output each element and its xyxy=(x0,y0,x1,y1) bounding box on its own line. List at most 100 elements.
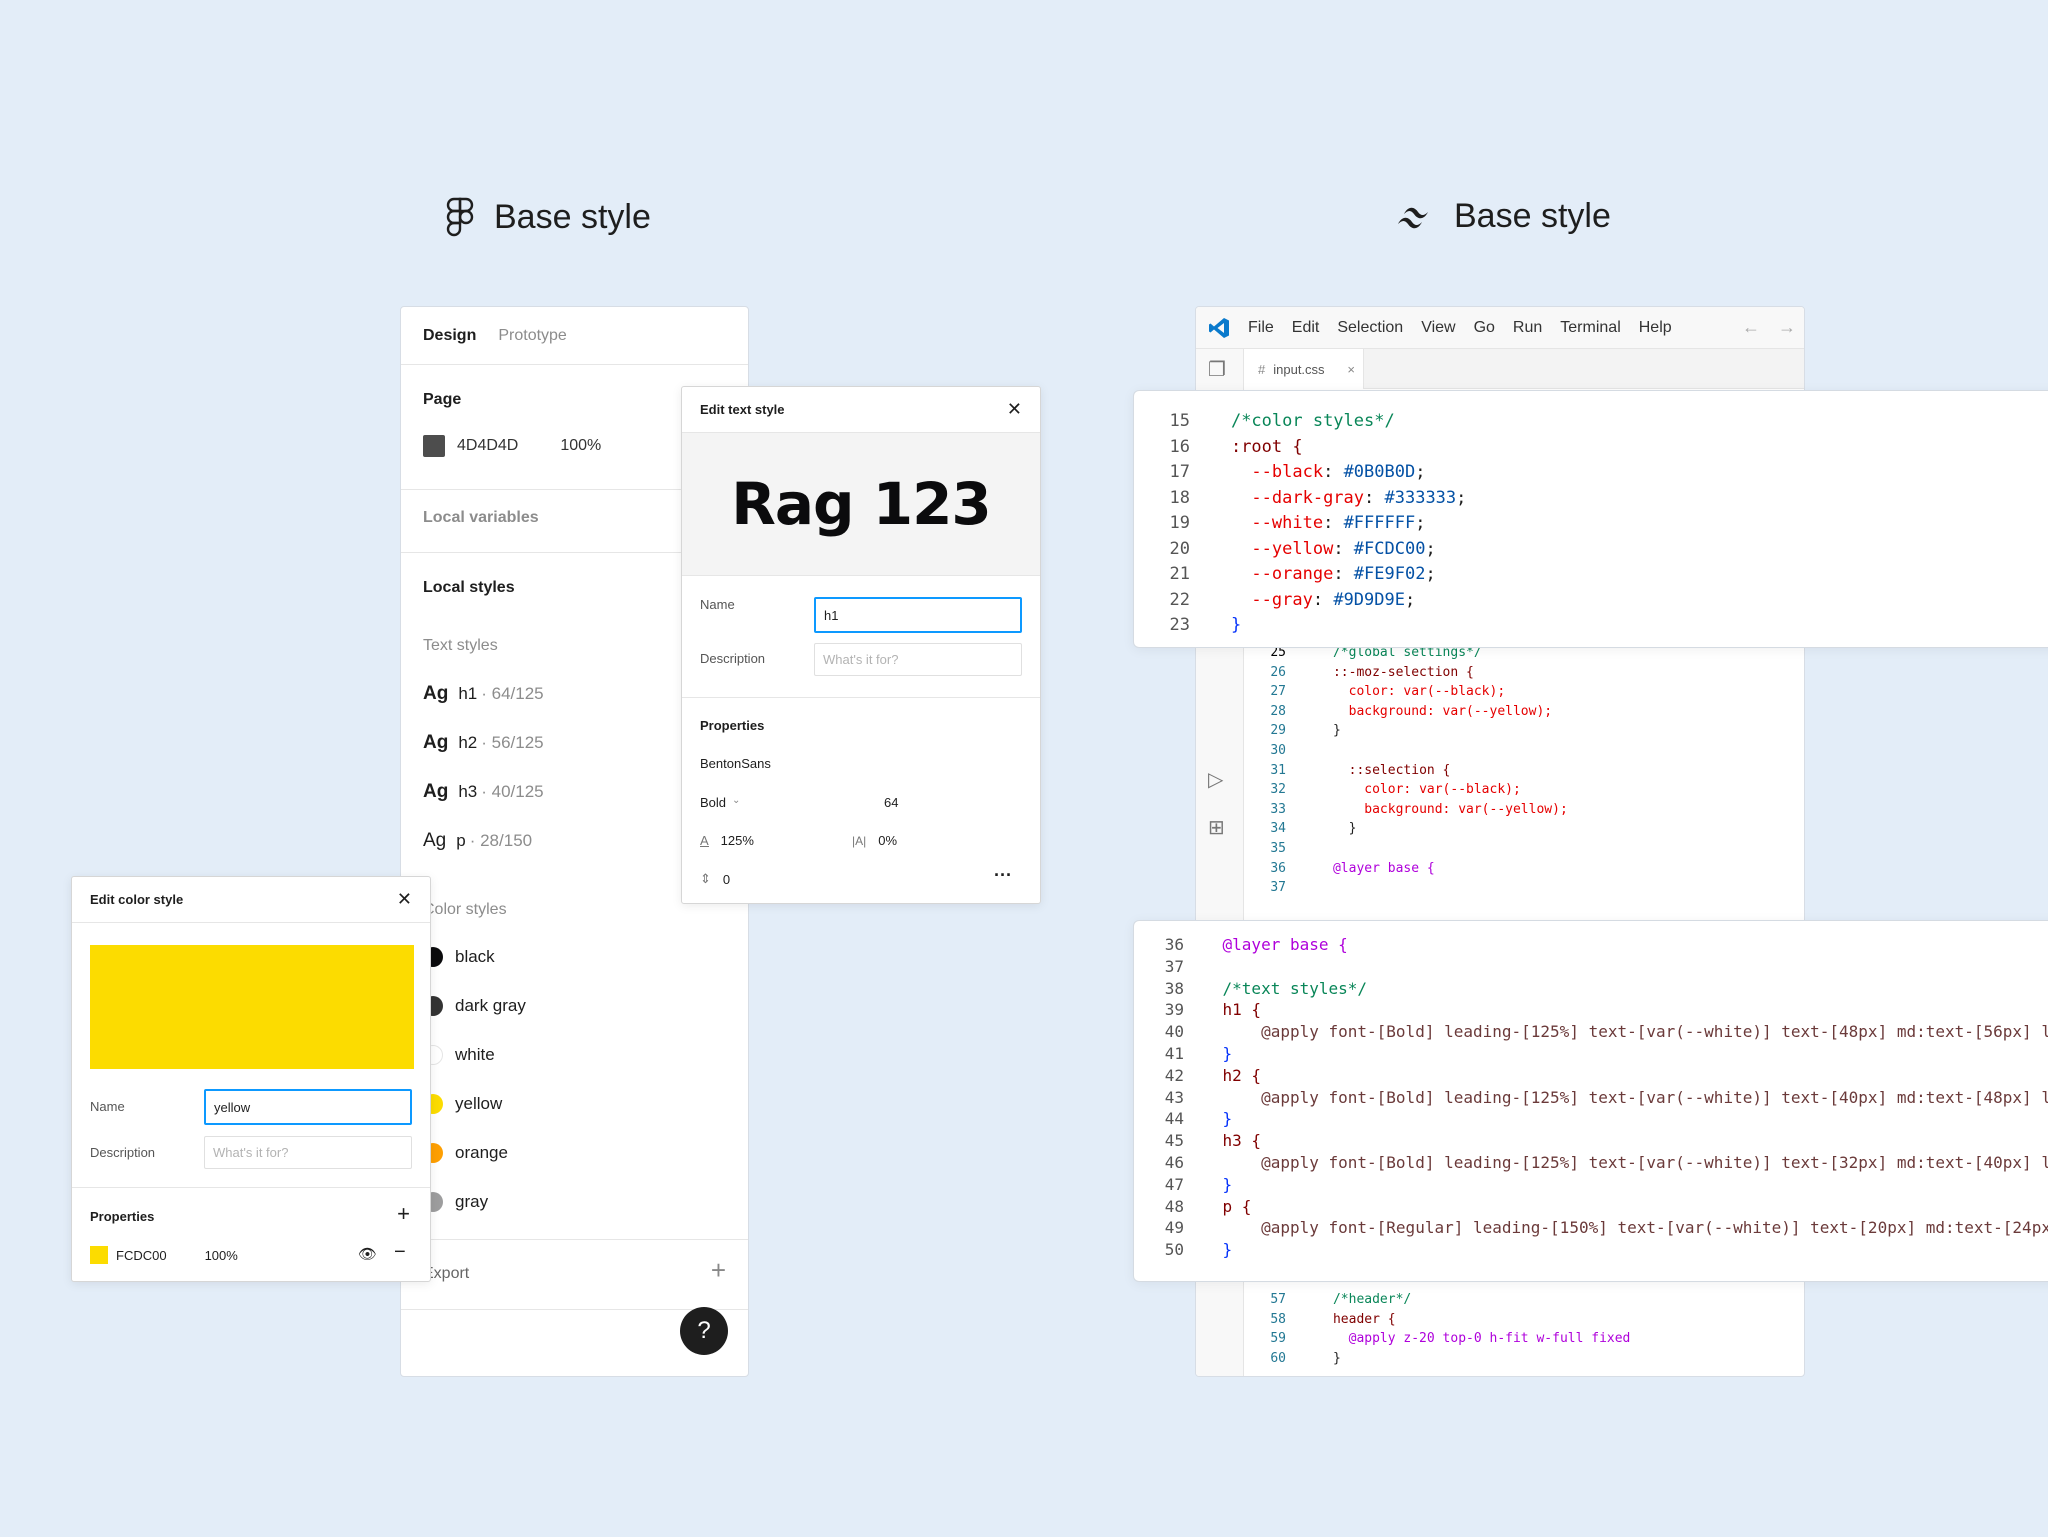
forward-arrow-icon[interactable]: → xyxy=(1778,317,1796,338)
text-style-p[interactable]: Ag p · 28/150 xyxy=(423,830,532,852)
text-style-sample: Ag xyxy=(423,781,449,802)
tab-input-css[interactable]: # input.css × xyxy=(1244,349,1364,389)
page-color-row[interactable]: 4D4D4D 100% xyxy=(423,435,601,457)
color-style-white[interactable]: white xyxy=(423,1045,495,1065)
menu-bar: File Edit Selection View Go Run Terminal… xyxy=(1196,307,1804,349)
color-style-name: orange xyxy=(455,1143,508,1162)
text-style-name: h2 xyxy=(458,733,478,752)
tab-prototype[interactable]: Prototype xyxy=(498,327,566,345)
page-color-swatch[interactable] xyxy=(423,435,445,457)
color-style-dark-gray[interactable]: dark gray xyxy=(423,996,526,1016)
line-height-input[interactable]: A 125% xyxy=(700,833,754,848)
popup-title: Edit color style xyxy=(90,892,184,907)
description-label: Description xyxy=(90,1145,156,1160)
edit-color-style-popup: Edit color style ✕ Name yellow Descripti… xyxy=(71,876,431,1282)
menu-view[interactable]: View xyxy=(1421,319,1455,337)
properties-label: Properties xyxy=(700,718,765,733)
font-weight-select[interactable]: Bold ⌄ xyxy=(700,795,740,810)
text-styles-code-card: 36 @layer base { 37 38 /*text styles*/ 3… xyxy=(1133,920,2048,1282)
font-family-select[interactable]: BentonSans xyxy=(700,756,771,771)
text-style-preview: Rag 123 xyxy=(682,433,1040,575)
color-style-name: yellow xyxy=(455,1094,503,1113)
add-property-icon[interactable]: + xyxy=(397,1201,410,1227)
color-style-black[interactable]: black xyxy=(423,947,495,967)
css-file-icon: # xyxy=(1258,361,1266,377)
add-export-icon[interactable]: + xyxy=(711,1257,726,1283)
fill-row[interactable]: FCDC00 100% xyxy=(90,1246,238,1264)
editor-lines-middle: 25 /*global settings*/ 26 ::-moz-selecti… xyxy=(1270,645,1568,896)
page-color-value[interactable]: 4D4D4D xyxy=(457,437,518,455)
font-size-input[interactable]: 64 xyxy=(884,795,898,810)
name-input[interactable]: yellow xyxy=(204,1089,412,1125)
divider xyxy=(401,1239,748,1240)
letter-spacing-icon: |A| xyxy=(852,833,867,848)
tailwind-heading: Base style xyxy=(1394,197,1611,236)
figma-heading: Base style xyxy=(446,197,651,237)
color-style-yellow[interactable]: yellow xyxy=(423,1094,502,1114)
menu-run[interactable]: Run xyxy=(1513,319,1542,337)
more-options-icon[interactable]: ··· xyxy=(994,865,1012,886)
text-style-h3[interactable]: Ag h3 · 40/125 xyxy=(423,781,544,803)
text-style-meta: · 40/125 xyxy=(481,782,544,801)
panel-tabs: Design Prototype xyxy=(401,307,748,365)
tailwind-heading-text: Base style xyxy=(1454,197,1611,235)
color-style-gray[interactable]: gray xyxy=(423,1192,488,1212)
close-tab-icon[interactable]: × xyxy=(1347,362,1355,377)
description-label: Description xyxy=(700,651,766,666)
tab-bar: # input.css × xyxy=(1244,349,1804,389)
local-styles-label: Local styles xyxy=(423,579,515,596)
help-button[interactable]: ? xyxy=(680,1307,728,1355)
name-label: Name xyxy=(90,1099,125,1114)
eye-icon[interactable]: 👁 xyxy=(358,1245,377,1263)
run-debug-icon[interactable]: ▷ xyxy=(1208,767,1223,792)
paragraph-spacing-input[interactable]: ⇕ 0 xyxy=(700,871,730,887)
figma-logo-icon xyxy=(446,197,474,237)
fill-hex[interactable]: FCDC00 xyxy=(116,1248,167,1263)
fill-swatch[interactable] xyxy=(90,1246,108,1264)
menu-selection[interactable]: Selection xyxy=(1337,319,1403,337)
menu-terminal[interactable]: Terminal xyxy=(1560,319,1620,337)
line-height-icon: A xyxy=(700,832,709,848)
tab-design[interactable]: Design xyxy=(423,327,476,345)
close-icon[interactable]: ✕ xyxy=(397,889,412,910)
text-style-sample: Ag xyxy=(423,732,449,753)
code-block: 36 @layer base { 37 38 /*text styles*/ 3… xyxy=(1164,935,2048,1260)
tab-label: input.css xyxy=(1273,361,1325,377)
text-style-meta: · 56/125 xyxy=(481,733,544,752)
menu-help[interactable]: Help xyxy=(1639,319,1672,337)
tailwind-logo-icon xyxy=(1398,207,1428,228)
description-input[interactable]: What's it for? xyxy=(204,1136,412,1169)
fill-opacity[interactable]: 100% xyxy=(205,1248,238,1263)
text-styles-label: Text styles xyxy=(423,637,498,654)
description-input[interactable]: What's it for? xyxy=(814,643,1022,676)
text-style-meta: · 28/150 xyxy=(469,831,533,850)
text-style-h1[interactable]: Ag h1 · 64/125 xyxy=(423,683,544,705)
remove-fill-icon[interactable]: − xyxy=(394,1241,406,1264)
color-styles-label: Color styles xyxy=(423,901,507,918)
explorer-icon[interactable]: ❐ xyxy=(1208,357,1226,382)
menu-edit[interactable]: Edit xyxy=(1292,319,1320,337)
extensions-icon[interactable]: ⊞ xyxy=(1208,815,1225,840)
local-variables-link[interactable]: Local variables xyxy=(423,509,539,527)
color-style-name: dark gray xyxy=(455,996,526,1015)
text-style-h2[interactable]: Ag h2 · 56/125 xyxy=(423,732,544,754)
code-block: 15 /*color styles*/ 16 :root { 17 --blac… xyxy=(1169,411,1467,635)
edit-text-style-popup: Edit text style ✕ Rag 123 Name h1 Descri… xyxy=(681,386,1041,904)
figma-heading-text: Base style xyxy=(494,197,651,236)
paragraph-spacing-icon: ⇕ xyxy=(700,871,711,886)
letter-spacing-input[interactable]: |A| 0% xyxy=(852,833,897,848)
menu-file[interactable]: File xyxy=(1248,319,1274,337)
text-style-sample: Ag xyxy=(423,830,447,851)
close-icon[interactable]: ✕ xyxy=(1007,399,1022,420)
name-label: Name xyxy=(700,597,735,612)
menu-go[interactable]: Go xyxy=(1474,319,1495,337)
color-style-orange[interactable]: orange xyxy=(423,1143,508,1163)
name-input[interactable]: h1 xyxy=(814,597,1022,633)
back-arrow-icon[interactable]: ← xyxy=(1742,317,1760,338)
editor-lines-bottom: 57 /*header*/ 58 header { 59 @apply z-20… xyxy=(1270,1292,1631,1366)
color-style-name: white xyxy=(455,1045,495,1064)
color-styles-code-card: 15 /*color styles*/ 16 :root { 17 --blac… xyxy=(1133,390,2048,648)
page-color-opacity[interactable]: 100% xyxy=(560,437,601,455)
color-style-name: gray xyxy=(455,1192,489,1211)
color-style-name: black xyxy=(455,947,495,966)
